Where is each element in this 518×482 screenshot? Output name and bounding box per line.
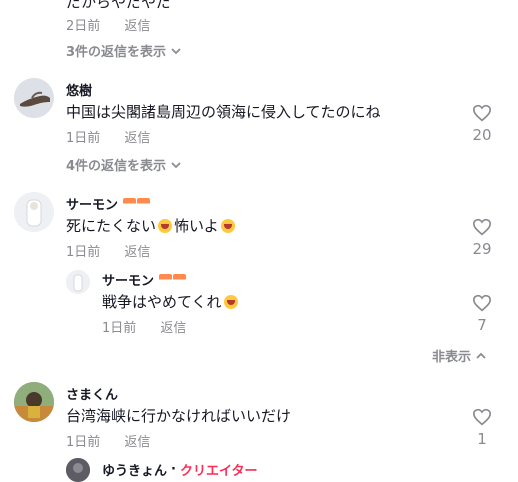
avatar[interactable] (66, 270, 90, 294)
view-replies-label: 4件の返信を表示 (66, 159, 167, 174)
like-button[interactable]: 1 (462, 408, 502, 448)
heart-outline-icon[interactable] (472, 218, 492, 236)
view-replies-button[interactable]: 3件の返信を表示 (66, 41, 182, 60)
like-count: 1 (477, 430, 487, 448)
heart-outline-icon[interactable] (472, 294, 492, 312)
salmon-sushi-emoji (122, 196, 151, 211)
avatar[interactable] (14, 382, 54, 422)
comment-time: 2日前 (66, 19, 101, 34)
hide-replies-button[interactable]: 非表示 (432, 346, 487, 365)
comment-time: 1日前 (66, 435, 101, 450)
hide-replies-label: 非表示 (432, 350, 472, 365)
comment-meta: 1日前 返信 (66, 241, 150, 260)
heart-outline-icon[interactable] (472, 408, 492, 426)
like-button[interactable]: 7 (462, 294, 502, 334)
crying-face-emoji (158, 218, 173, 233)
reply-button[interactable]: 返信 (124, 435, 150, 450)
avatar[interactable] (14, 192, 54, 232)
username-text[interactable]: さまくん (66, 384, 118, 403)
avatar[interactable] (66, 458, 90, 482)
avatar-photo-image (66, 458, 90, 482)
crying-face-emoji (223, 294, 238, 309)
chevron-down-icon (171, 47, 181, 54)
heart-outline-icon[interactable] (472, 104, 492, 122)
reply-meta: 1日前 返信 (102, 317, 186, 336)
comment-text: 台湾海峡に行かなければいいだけ (66, 407, 292, 425)
chevron-down-icon (171, 161, 181, 168)
like-button[interactable]: 29 (462, 218, 502, 258)
reply-text-part: 戦争はやめてくれ (102, 293, 222, 311)
comment-username[interactable]: 悠樹 (66, 80, 92, 99)
avatar-hand-image (14, 78, 54, 118)
salmon-sushi-emoji (158, 272, 187, 287)
like-count: 29 (472, 240, 492, 258)
comment-username[interactable]: さまくん (66, 384, 118, 403)
separator-dot: · (171, 462, 176, 477)
comment-text-part: 死にたくない (66, 217, 157, 235)
like-count: 7 (477, 316, 487, 334)
reply-button[interactable]: 返信 (124, 245, 150, 260)
avatar-character-image (14, 382, 54, 422)
view-replies-label: 3件の返信を表示 (66, 45, 167, 60)
avatar[interactable] (14, 78, 54, 118)
comment-meta: 2日前 返信 (66, 15, 150, 34)
comment-text-part: 怖いよ (174, 217, 219, 235)
view-replies-button[interactable]: 4件の返信を表示 (66, 155, 182, 174)
reply-button[interactable]: 返信 (160, 321, 186, 336)
partial-comment-text: だからやだやだ (66, 0, 172, 11)
reply-button[interactable]: 返信 (124, 19, 150, 34)
username-text[interactable]: サーモン (66, 194, 118, 213)
comment-meta: 1日前 返信 (66, 127, 150, 146)
username-text[interactable]: ゆうきょん (102, 460, 167, 479)
comment-text: 死にたくない 怖いよ (66, 215, 235, 236)
like-button[interactable]: 20 (462, 104, 502, 144)
creator-badge: クリエイター (179, 464, 258, 479)
comment-text: 中国は尖閣諸島周辺の領海に侵入してたのにね (66, 103, 381, 121)
like-count: 20 (472, 126, 492, 144)
chevron-up-icon (476, 352, 486, 359)
reply-time: 1日前 (102, 321, 137, 336)
username-text[interactable]: 悠樹 (66, 80, 92, 99)
comment-meta: 1日前 返信 (66, 431, 150, 450)
avatar-figure-image (66, 270, 90, 294)
reply-button[interactable]: 返信 (124, 131, 150, 146)
comment-time: 1日前 (66, 131, 101, 146)
reply-username[interactable]: ゆうきょん · クリエイター (102, 460, 257, 479)
username-text[interactable]: サーモン (102, 270, 154, 289)
reply-text: 戦争はやめてくれ (102, 291, 238, 312)
comment-time: 1日前 (66, 245, 101, 260)
comment-username[interactable]: サーモン (66, 194, 151, 213)
avatar-figure-image (14, 192, 54, 232)
crying-face-emoji (220, 218, 235, 233)
reply-username[interactable]: サーモン (102, 270, 187, 289)
